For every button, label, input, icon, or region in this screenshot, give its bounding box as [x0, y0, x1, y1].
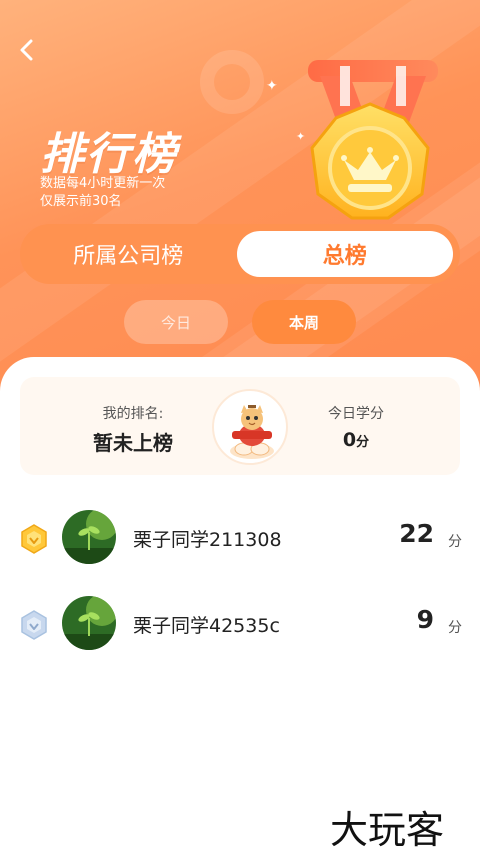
today-credits-value: 0分 — [306, 429, 406, 451]
tab-overall[interactable]: 总榜 — [236, 231, 453, 277]
page-title: 排行榜 — [40, 129, 178, 180]
user-score: 22 — [399, 519, 434, 548]
score-unit: 分 — [448, 620, 462, 636]
header-banner: 排行榜 数据每4小时更新一次 仅展示前30名 ✦ ✦ 所属公司榜 总榜 今日 本… — [0, 0, 480, 400]
sparkle-icon: ✦ — [266, 78, 278, 94]
display-note: 仅展示前30名 — [40, 194, 122, 209]
today-credits-label: 今日学分 — [328, 406, 384, 422]
user-name: 栗子同学42535c — [133, 615, 280, 637]
watermark-logo: 大玩客 — [330, 808, 444, 851]
period-tab-week[interactable]: 本周 — [252, 300, 356, 344]
gold-rank-badge-icon — [21, 524, 47, 554]
ranking-panel: 我的排名: 暂未上榜 今日学分 0分 栗子同学211308 22 分 栗子同学4… — [0, 357, 480, 853]
list-item[interactable]: 栗子同学42535c 9 分 — [0, 589, 480, 659]
my-rank-label: 我的排名: — [102, 406, 164, 422]
list-item[interactable]: 栗子同学211308 22 分 — [0, 503, 480, 573]
back-icon[interactable] — [14, 36, 42, 64]
medal-icon — [308, 60, 438, 220]
avatar — [62, 510, 116, 564]
score-unit: 分 — [448, 534, 462, 550]
mascot-avatar — [212, 389, 288, 465]
today-credits-number: 0 — [342, 429, 357, 451]
my-rank-card: 我的排名: 暂未上榜 今日学分 0分 — [20, 377, 460, 475]
tab-company[interactable]: 所属公司榜 — [20, 231, 237, 277]
period-tab-today[interactable]: 今日 — [124, 300, 228, 344]
user-score: 9 — [416, 605, 434, 634]
silver-rank-badge-icon — [21, 610, 47, 640]
svg-text:大玩客: 大玩客 — [330, 808, 444, 851]
update-note: 数据每4小时更新一次 — [40, 176, 166, 191]
user-name: 栗子同学211308 — [133, 529, 282, 551]
today-credits-unit: 分 — [356, 435, 370, 450]
my-rank-value: 暂未上榜 — [93, 431, 173, 455]
avatar — [62, 596, 116, 650]
ranking-scope-tabs: 所属公司榜 总榜 — [20, 224, 460, 284]
